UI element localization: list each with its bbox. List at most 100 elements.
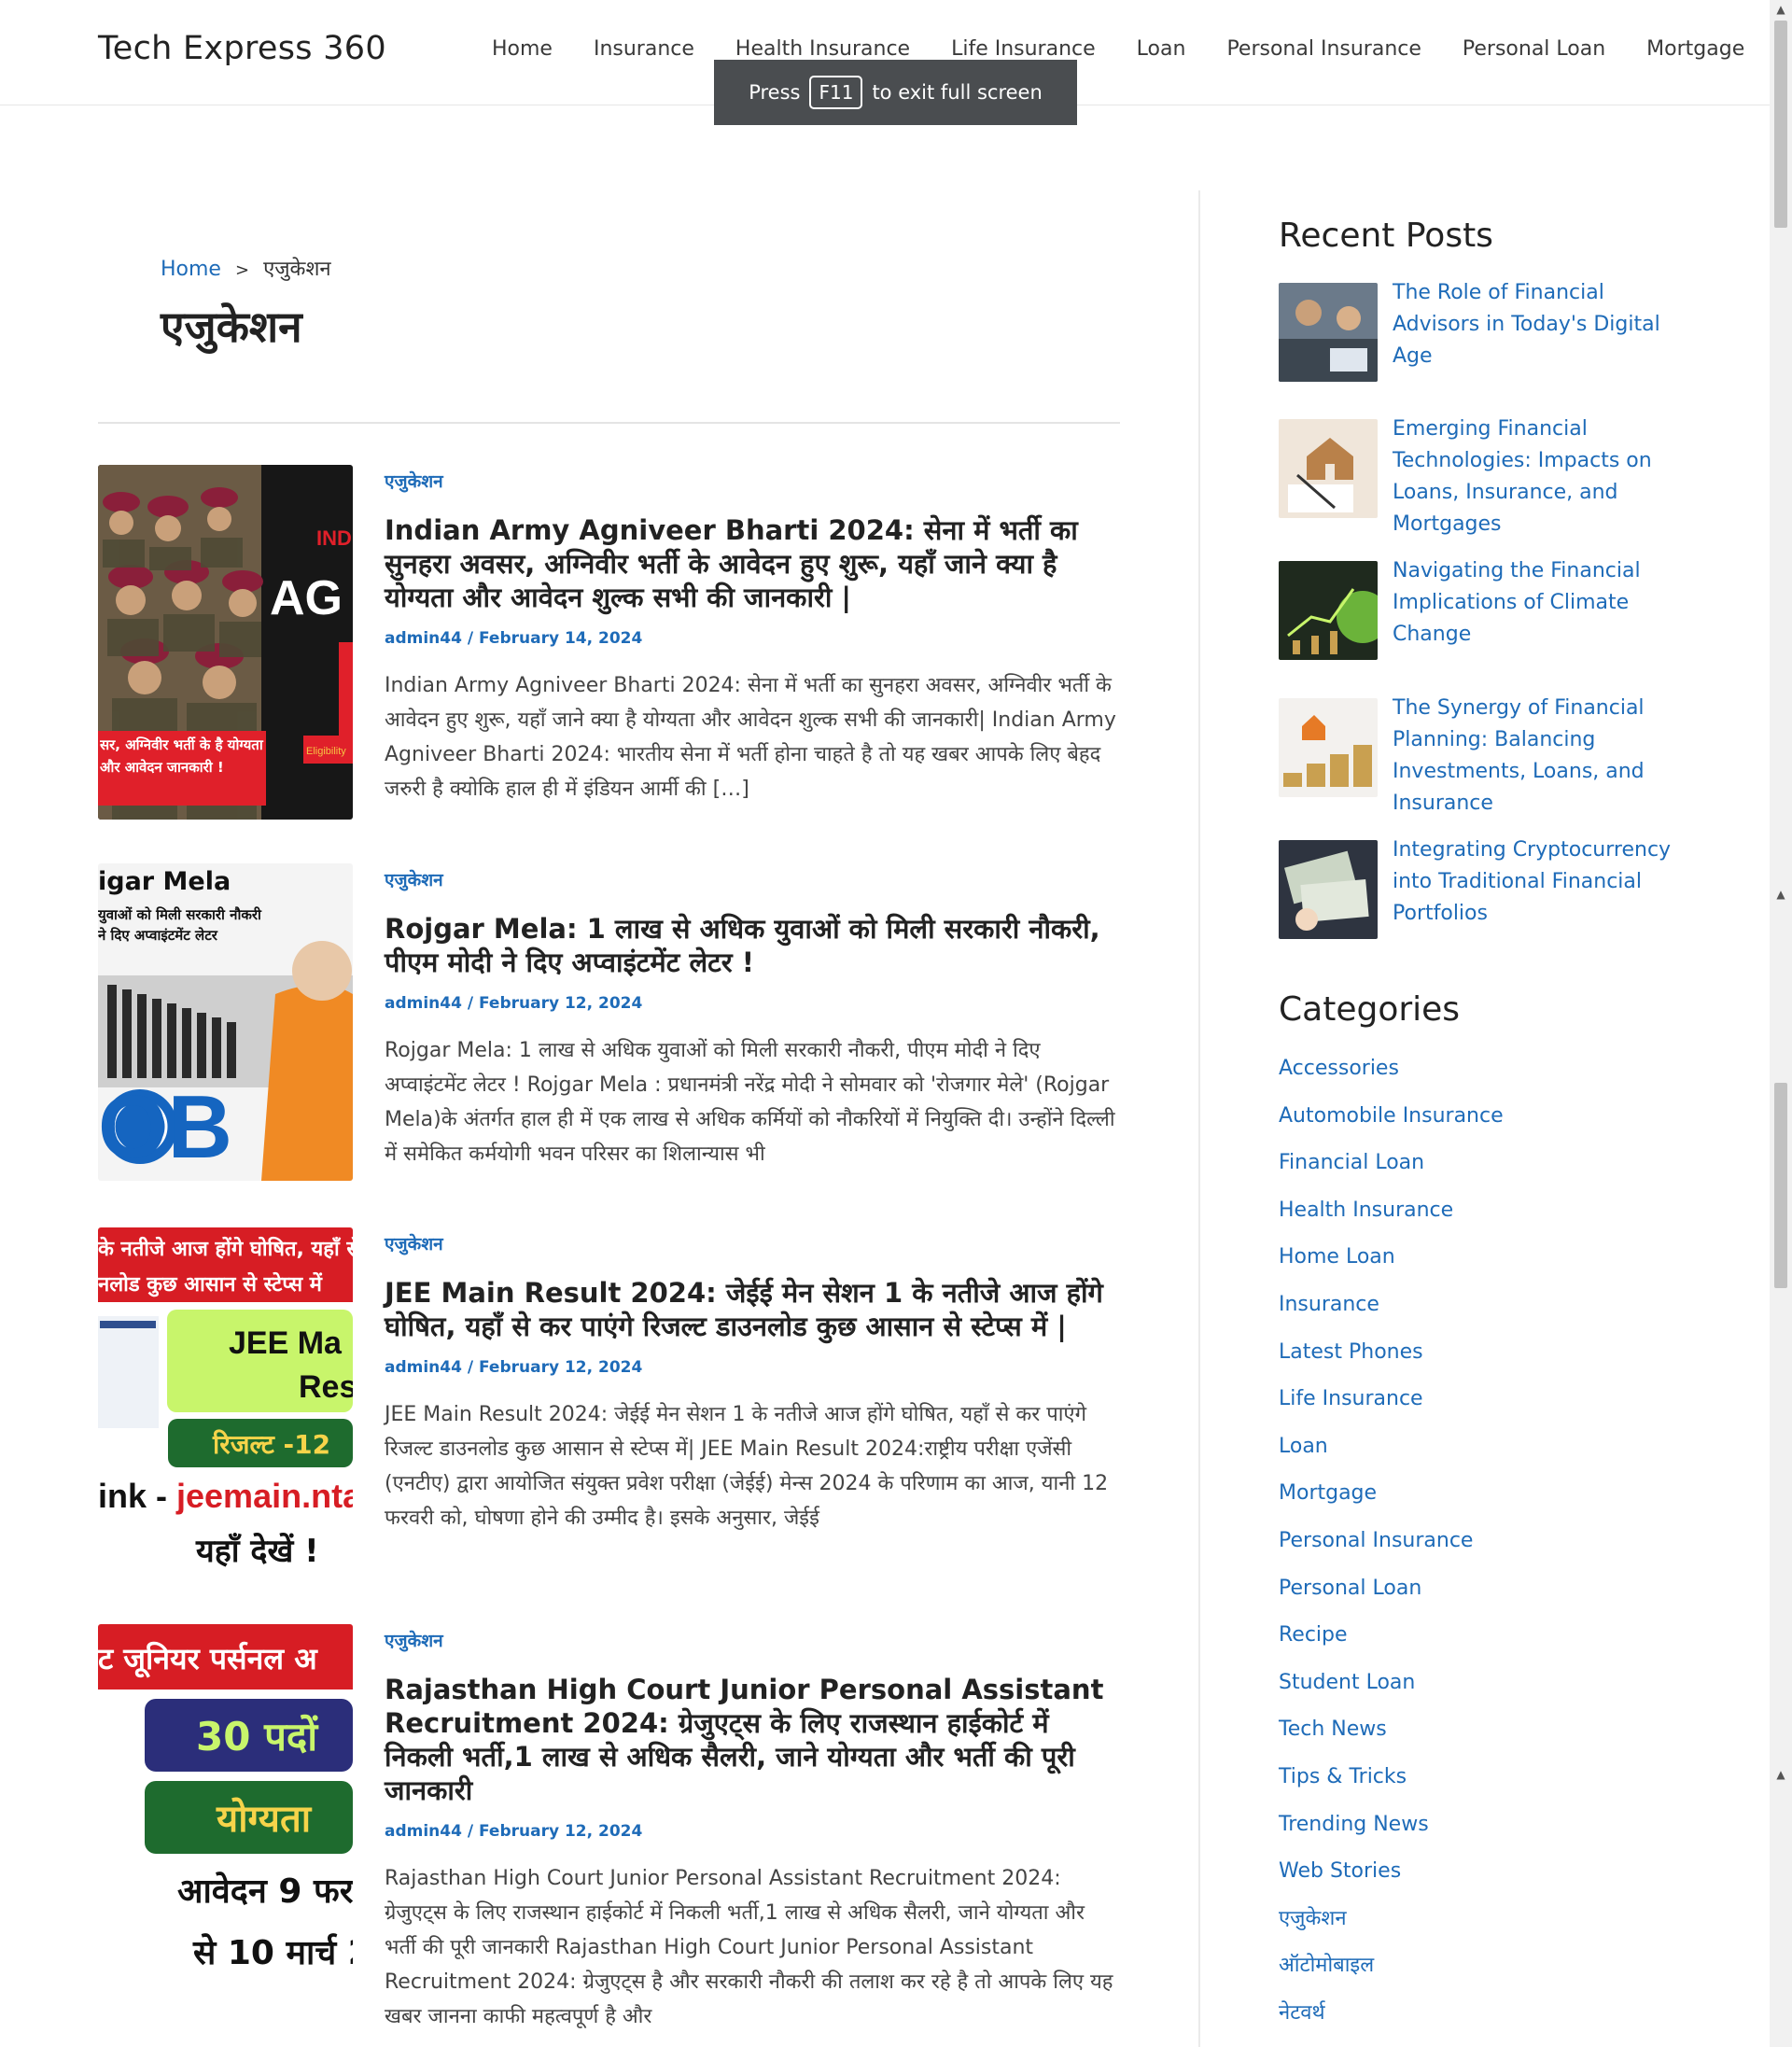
post-category-link[interactable]: एजुकेशन bbox=[385, 867, 1122, 891]
recent-post-item: Emerging Financial Technologies: Impacts… bbox=[1279, 417, 1689, 561]
breadcrumb-current: एजुकेशन bbox=[263, 258, 331, 281]
nav-item-home[interactable]: Home bbox=[471, 37, 573, 61]
fullscreen-notice-key: F11 bbox=[809, 76, 863, 109]
climate-growth-image bbox=[1279, 561, 1378, 660]
thumb-banner: ट जूनियर पर्सनल अ bbox=[98, 1641, 318, 1678]
rajasthan-thumbnail-image: ट जूनियर पर्सनल अ 30 पदों योग्यता आवेदन … bbox=[98, 1624, 353, 1979]
post-category-link[interactable]: एजुकेशन bbox=[385, 1628, 1122, 1652]
category-link-personal-insurance[interactable]: Personal Insurance bbox=[1279, 1529, 1689, 1577]
recent-post-link[interactable]: Emerging Financial Technologies: Impacts… bbox=[1393, 414, 1689, 561]
category-link-web-stories[interactable]: Web Stories bbox=[1279, 1859, 1689, 1907]
post-body: एजुकेशन Rojgar Mela: 1 लाख से अधिक युवाओ… bbox=[385, 863, 1122, 1171]
nav-item-mortgage[interactable]: Mortgage bbox=[1626, 37, 1765, 61]
post-category-link[interactable]: एजुकेशन bbox=[385, 469, 1122, 493]
fullscreen-notice-before: Press bbox=[749, 81, 801, 104]
army-thumbnail-image: INDI AG सर, अग्निवीर भर्ती के है योग्यता… bbox=[98, 465, 353, 820]
fullscreen-notice-after: to exit full screen bbox=[872, 81, 1043, 104]
breadcrumb-separator: > bbox=[234, 260, 250, 280]
nav-item-insurance[interactable]: Insurance bbox=[573, 37, 715, 61]
category-link-mortgage[interactable]: Mortgage bbox=[1279, 1481, 1689, 1529]
category-link-loan[interactable]: Loan bbox=[1279, 1435, 1689, 1482]
page-scrollbar[interactable]: ▲ ▲ ▲ bbox=[1770, 0, 1792, 2047]
post-body: एजुकेशन JEE Main Result 2024: जेईई मेन स… bbox=[385, 1227, 1122, 1535]
thumb-link-line: ink - jeemain.nta. bbox=[98, 1477, 353, 1515]
post-thumbnail[interactable]: INDI AG सर, अग्निवीर भर्ती के है योग्यता… bbox=[98, 465, 353, 820]
post-meta: admin44 / February 14, 2024 bbox=[385, 629, 643, 648]
post-body: एजुकेशन Indian Army Agniveer Bharti 2024… bbox=[385, 465, 1122, 806]
category-link-insurance[interactable]: Insurance bbox=[1279, 1293, 1689, 1340]
category-link-recipe[interactable]: Recipe bbox=[1279, 1623, 1689, 1671]
scroll-thumb[interactable] bbox=[1774, 21, 1787, 228]
site-title[interactable]: Tech Express 360 bbox=[98, 30, 386, 67]
nav-item-health-insurance[interactable]: Health Insurance bbox=[715, 37, 931, 61]
thumb-text-top: INDI bbox=[316, 526, 353, 550]
recent-post-thumbnail[interactable] bbox=[1279, 283, 1378, 382]
recent-post-link[interactable]: Navigating the Financial Implications of… bbox=[1393, 555, 1689, 698]
recent-post-thumbnail[interactable] bbox=[1279, 840, 1378, 939]
thumb-line2: ने दिए अप्वाइंटमेंट लेटर bbox=[98, 927, 218, 944]
category-link-automobile-insurance[interactable]: Automobile Insurance bbox=[1279, 1104, 1689, 1152]
post-title-link[interactable]: Indian Army Agniveer Bharti 2024: सेना म… bbox=[385, 513, 1122, 614]
post-title-link[interactable]: Rajasthan High Court Junior Personal Ass… bbox=[385, 1673, 1122, 1807]
coins-house-image bbox=[1279, 698, 1378, 797]
category-link-financial-loan[interactable]: Financial Loan bbox=[1279, 1151, 1689, 1199]
category-link-life-insurance[interactable]: Life Insurance bbox=[1279, 1387, 1689, 1435]
post-excerpt: Rojgar Mela: 1 लाख से अधिक युवाओं को मिल… bbox=[385, 1039, 1115, 1166]
breadcrumb-home-link[interactable]: Home bbox=[161, 258, 221, 281]
recent-post-item: Navigating the Financial Implications of… bbox=[1279, 559, 1689, 698]
category-link-tips-tricks[interactable]: Tips & Tricks bbox=[1279, 1765, 1689, 1813]
category-link-networth[interactable]: नेटवर्थ bbox=[1279, 2001, 1689, 2047]
category-link-education[interactable]: एजुकेशन bbox=[1279, 1907, 1689, 1955]
post-title-link[interactable]: JEE Main Result 2024: जेईई मेन सेशन 1 के… bbox=[385, 1276, 1122, 1343]
post-thumbnail[interactable]: igar Mela युवाओं को मिली सरकारी नौकरी ने… bbox=[98, 863, 353, 1181]
category-link-tech-news[interactable]: Tech News bbox=[1279, 1718, 1689, 1765]
fullscreen-notice: Press F11 to exit full screen bbox=[714, 60, 1077, 125]
post-thumbnail[interactable]: ट जूनियर पर्सनल अ 30 पदों योग्यता आवेदन … bbox=[98, 1624, 353, 1979]
post-excerpt: JEE Main Result 2024: जेईई मेन सेशन 1 के… bbox=[385, 1403, 1109, 1530]
thumb-line2: से 10 मार्च 2 bbox=[192, 1933, 353, 1972]
nav-item-life-insurance[interactable]: Life Insurance bbox=[931, 37, 1116, 61]
recent-post-item: Integrating Cryptocurrency into Traditio… bbox=[1279, 838, 1689, 994]
category-link-student-loan[interactable]: Student Loan bbox=[1279, 1671, 1689, 1718]
thumb-text-main: AG bbox=[270, 571, 343, 625]
recent-post-thumbnail[interactable] bbox=[1279, 561, 1378, 660]
scroll-up-arrow-icon[interactable]: ▲ bbox=[1773, 2, 1788, 17]
recent-post-item: The Synergy of Financial Planning: Balan… bbox=[1279, 696, 1689, 840]
thumb-box2: योग्यता bbox=[216, 1797, 313, 1841]
scroll-up-arrow-icon[interactable]: ▲ bbox=[1773, 1767, 1788, 1782]
scroll-thumb[interactable] bbox=[1774, 1083, 1787, 1288]
house-coins-image bbox=[1279, 419, 1378, 518]
thumb-banner2: नलोड कुछ आसान से स्टेप्स में bbox=[98, 1271, 323, 1297]
nav-item-personal-loan[interactable]: Personal Loan bbox=[1442, 37, 1626, 61]
category-link-personal-loan[interactable]: Personal Loan bbox=[1279, 1577, 1689, 1624]
nav-item-loan[interactable]: Loan bbox=[1116, 37, 1207, 61]
thumb-tag: Eligibility bbox=[306, 746, 346, 757]
category-link-home-loan[interactable]: Home Loan bbox=[1279, 1245, 1689, 1293]
category-link-latest-phones[interactable]: Latest Phones bbox=[1279, 1340, 1689, 1388]
category-link-accessories[interactable]: Accessories bbox=[1279, 1057, 1689, 1104]
category-link-health-insurance[interactable]: Health Insurance bbox=[1279, 1199, 1689, 1246]
thumb-box1b: Res bbox=[299, 1369, 353, 1405]
nav-item-personal-insurance[interactable]: Personal Insurance bbox=[1206, 37, 1441, 61]
thumb-box1: JEE Ma bbox=[229, 1325, 343, 1361]
post-title-link[interactable]: Rojgar Mela: 1 लाख से अधिक युवाओं को मिल… bbox=[385, 912, 1122, 979]
recent-post-thumbnail[interactable] bbox=[1279, 698, 1378, 797]
post-meta: admin44 / February 12, 2024 bbox=[385, 994, 643, 1013]
recent-post-link[interactable]: Integrating Cryptocurrency into Traditio… bbox=[1393, 834, 1689, 994]
post-meta: admin44 / February 12, 2024 bbox=[385, 1822, 643, 1841]
scroll-up-arrow-icon[interactable]: ▲ bbox=[1773, 887, 1788, 902]
recent-post-link[interactable]: The Role of Financial Advisors in Today'… bbox=[1393, 277, 1689, 419]
category-link-automobile[interactable]: ऑटोमोबाइल bbox=[1279, 1954, 1689, 2001]
thumb-line1: आवेदन 9 फर bbox=[177, 1872, 353, 1911]
recent-post-thumbnail[interactable] bbox=[1279, 419, 1378, 518]
categories-list: Accessories Automobile Insurance Financi… bbox=[1279, 1057, 1689, 2047]
post-excerpt: Indian Army Agniveer Bharti 2024: सेना म… bbox=[385, 674, 1116, 801]
main-nav: Home Insurance Health Insurance Life Ins… bbox=[471, 37, 1765, 61]
post-category-link[interactable]: एजुकेशन bbox=[385, 1231, 1122, 1255]
thumb-box2: रिजल्ट -12 bbox=[212, 1429, 330, 1460]
category-link-trending-news[interactable]: Trending News bbox=[1279, 1813, 1689, 1860]
post-thumbnail[interactable]: के नतीजे आज होंगे घोषित, यहाँ से नलोड कु… bbox=[98, 1227, 353, 1577]
thumb-big-text: OB bbox=[98, 1077, 232, 1177]
jee-thumbnail-image: के नतीजे आज होंगे घोषित, यहाँ से नलोड कु… bbox=[98, 1227, 353, 1577]
recent-post-link[interactable]: The Synergy of Financial Planning: Balan… bbox=[1393, 693, 1689, 840]
